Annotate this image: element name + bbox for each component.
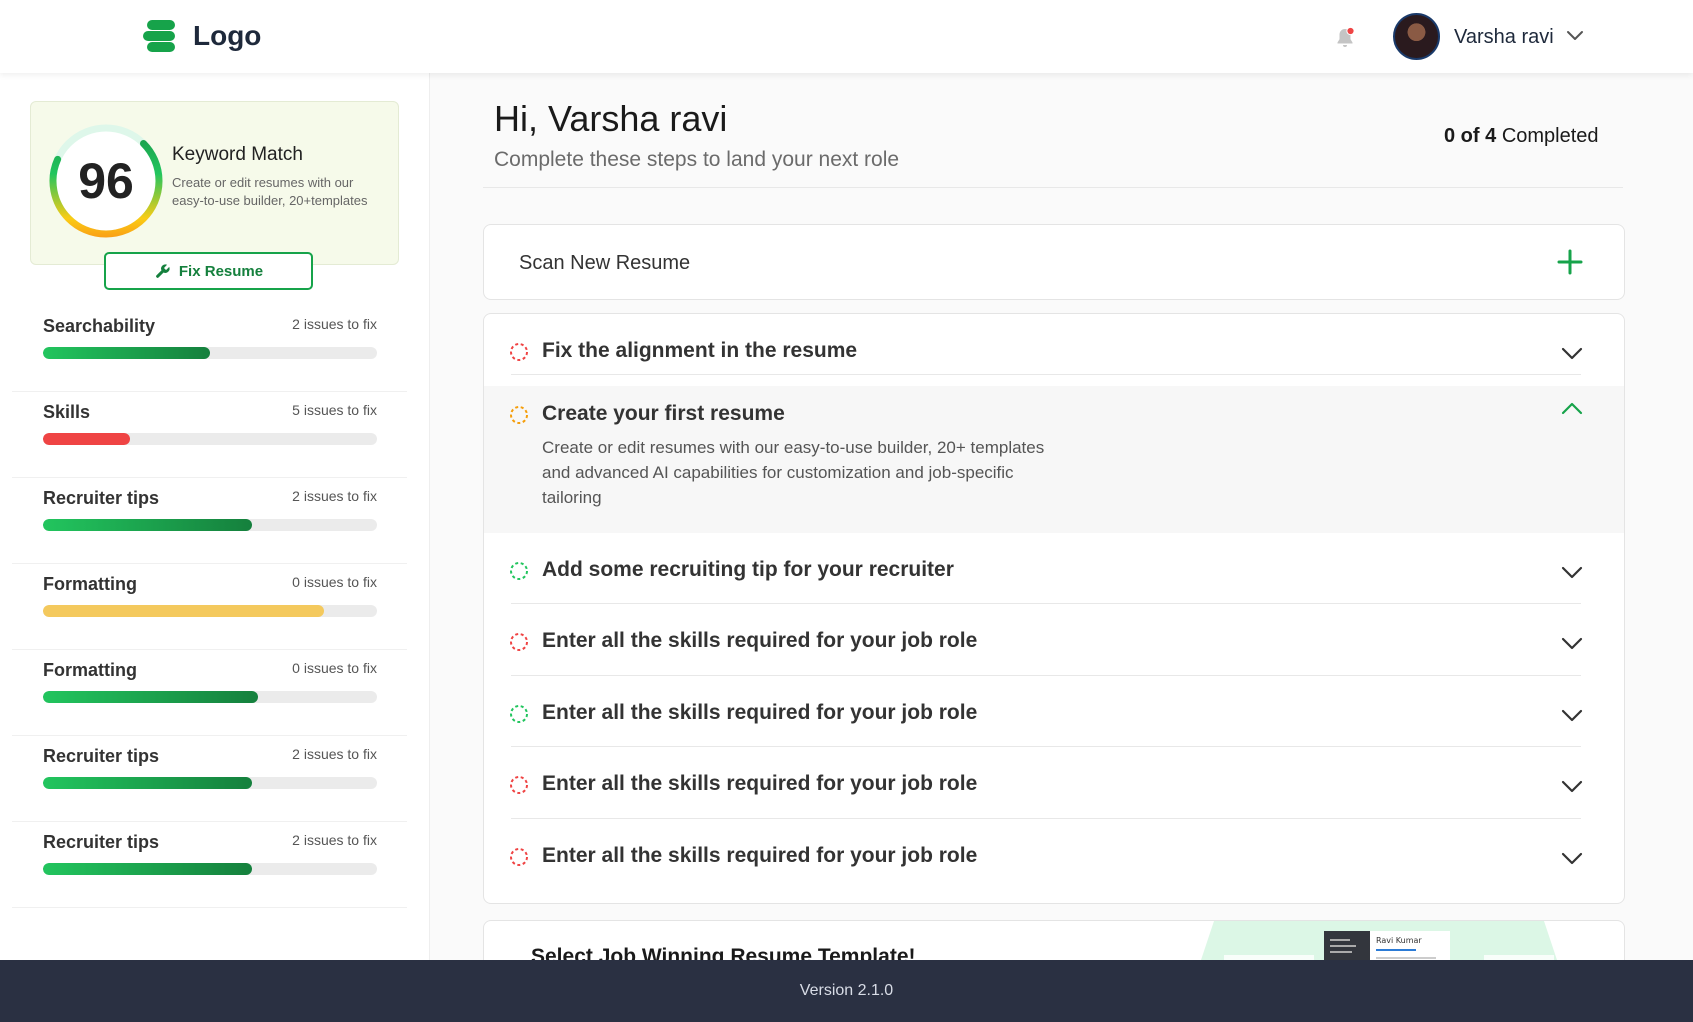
metric-progress-fill	[43, 433, 130, 445]
divider	[483, 187, 1623, 188]
metric-progress-fill	[43, 347, 210, 359]
metric-issue-count: 5 issues to fix	[292, 402, 377, 418]
status-dotted-circle-icon	[510, 704, 528, 723]
task-title: Fix the alignment in the resume	[542, 339, 858, 362]
fix-resume-label: Fix Resume	[178, 262, 264, 280]
status-dotted-circle-icon	[510, 561, 528, 580]
notification-bell-icon[interactable]	[1333, 26, 1357, 50]
task-title: Add some recruiting tip for your recruit…	[542, 557, 954, 581]
metric-item[interactable]: Formatting 0 issues to fix	[12, 650, 407, 736]
metric-issue-count: 2 issues to fix	[292, 488, 377, 504]
completed-label: Completed	[1501, 125, 1599, 147]
metric-item[interactable]: Recruiter tips 2 issues to fix	[12, 736, 407, 822]
status-dotted-circle-icon	[510, 405, 528, 424]
version-label: Version 2.1.0	[799, 982, 894, 999]
chevron-down-icon[interactable]	[1560, 560, 1584, 584]
metric-progress-bar	[43, 777, 377, 789]
metric-progress-fill	[43, 777, 252, 789]
chevron-down-icon[interactable]	[1560, 703, 1584, 727]
metric-label: Searchability	[43, 316, 156, 336]
metric-item[interactable]: Formatting 0 issues to fix	[12, 564, 407, 650]
chevron-down-icon[interactable]	[1560, 846, 1584, 870]
scan-new-resume-card[interactable]: Scan New Resume	[483, 224, 1625, 300]
metric-progress-fill	[43, 605, 324, 617]
metric-item[interactable]: Skills 5 issues to fix	[12, 392, 407, 478]
metric-progress-fill	[43, 519, 252, 531]
chevron-down-icon[interactable]	[1560, 774, 1584, 798]
keyword-score: 96	[78, 153, 134, 209]
metric-issue-count: 2 issues to fix	[292, 316, 377, 332]
task-description: Create or edit resumes with our easy-to-…	[542, 437, 1045, 507]
task-item[interactable]: Enter all the skills required for your j…	[484, 604, 1624, 676]
task-list: Fix the alignment in the resume Create yo…	[483, 313, 1625, 904]
keyword-match-card: 96 Keyword Match Create or edit resumes …	[30, 101, 399, 265]
metric-progress-fill	[43, 691, 259, 703]
chevron-down-icon[interactable]	[1566, 30, 1584, 42]
metric-issue-count: 2 issues to fix	[292, 832, 377, 848]
metric-label: Recruiter tips	[43, 746, 160, 766]
chevron-down-icon[interactable]	[1560, 631, 1584, 655]
user-name[interactable]: Varsha ravi	[1454, 26, 1554, 49]
keyword-match-title: Keyword Match	[172, 144, 303, 165]
metric-label: Recruiter tips	[43, 832, 160, 852]
task-item[interactable]: Enter all the skills required for your j…	[484, 676, 1624, 747]
task-title: Enter all the skills required for your j…	[542, 772, 978, 795]
task-item[interactable]: Enter all the skills required for your j…	[484, 747, 1624, 819]
metric-issue-count: 2 issues to fix	[292, 746, 377, 762]
status-dotted-circle-icon	[510, 776, 528, 794]
task-item[interactable]: Enter all the skills required for your j…	[484, 819, 1624, 891]
metric-label: Formatting	[43, 660, 137, 680]
task-item[interactable]: Add some recruiting tip for your recruit…	[484, 533, 1624, 604]
page-subtitle: Complete these steps to land your next r…	[494, 148, 900, 171]
sidebar: 96 Keyword Match Create or edit resumes …	[0, 73, 430, 960]
status-dotted-circle-icon	[510, 847, 528, 866]
chevron-down-icon[interactable]	[1560, 341, 1584, 365]
task-divider	[511, 373, 1581, 375]
task-title: Enter all the skills required for your j…	[542, 843, 978, 867]
completed-count: 0 of 4	[1444, 125, 1497, 147]
metric-label: Formatting	[43, 574, 137, 594]
metric-label: Skills	[43, 402, 91, 422]
metric-label: Recruiter tips	[43, 488, 160, 508]
metric-progress-bar	[43, 433, 377, 445]
task-title: Enter all the skills required for your j…	[542, 629, 978, 652]
task-title: Enter all the skills required for your j…	[542, 700, 978, 724]
metric-progress-bar	[43, 519, 377, 531]
metric-progress-fill	[43, 863, 252, 875]
task-item[interactable]: Create your first resume Create or edit r…	[484, 385, 1624, 533]
scan-new-resume-label: Scan New Resume	[519, 252, 691, 274]
task-item[interactable]: Fix the alignment in the resume	[484, 314, 1624, 386]
status-dotted-circle-icon	[510, 343, 528, 361]
keyword-match-description: Create or edit resumes with our easy-to-…	[172, 175, 368, 208]
metric-progress-bar	[43, 691, 377, 703]
metric-issue-count: 0 issues to fix	[292, 574, 377, 590]
template-preview-name: Ravi Kumar	[1376, 936, 1422, 945]
logo-icon	[143, 18, 179, 54]
plus-icon[interactable]	[1557, 249, 1583, 275]
metric-progress-bar	[43, 605, 377, 617]
task-title: Create your first resume	[542, 401, 785, 425]
metric-item[interactable]: Recruiter tips 2 issues to fix	[12, 478, 407, 564]
wrench-icon	[156, 263, 170, 278]
avatar[interactable]	[1393, 13, 1440, 60]
chevron-up-icon[interactable]	[1560, 396, 1584, 420]
metric-issue-count: 0 issues to fix	[292, 660, 377, 676]
status-dotted-circle-icon	[510, 633, 528, 651]
metric-progress-bar	[43, 347, 377, 359]
logo-text: Logo	[193, 20, 262, 51]
metric-item[interactable]: Searchability 2 issues to fix	[12, 306, 407, 392]
logo[interactable]: Logo	[143, 18, 261, 54]
page-title: Hi, Varsha ravi	[494, 98, 728, 139]
footer: Version 2.1.0	[0, 960, 1693, 1022]
metric-item[interactable]: Recruiter tips 2 issues to fix	[12, 822, 407, 908]
completion-status: 0 of 4 Completed	[1444, 125, 1599, 148]
top-header: Logo Varsha ravi	[0, 0, 1693, 73]
fix-resume-button[interactable]: Fix Resume	[104, 252, 313, 290]
metric-progress-bar	[43, 863, 377, 875]
